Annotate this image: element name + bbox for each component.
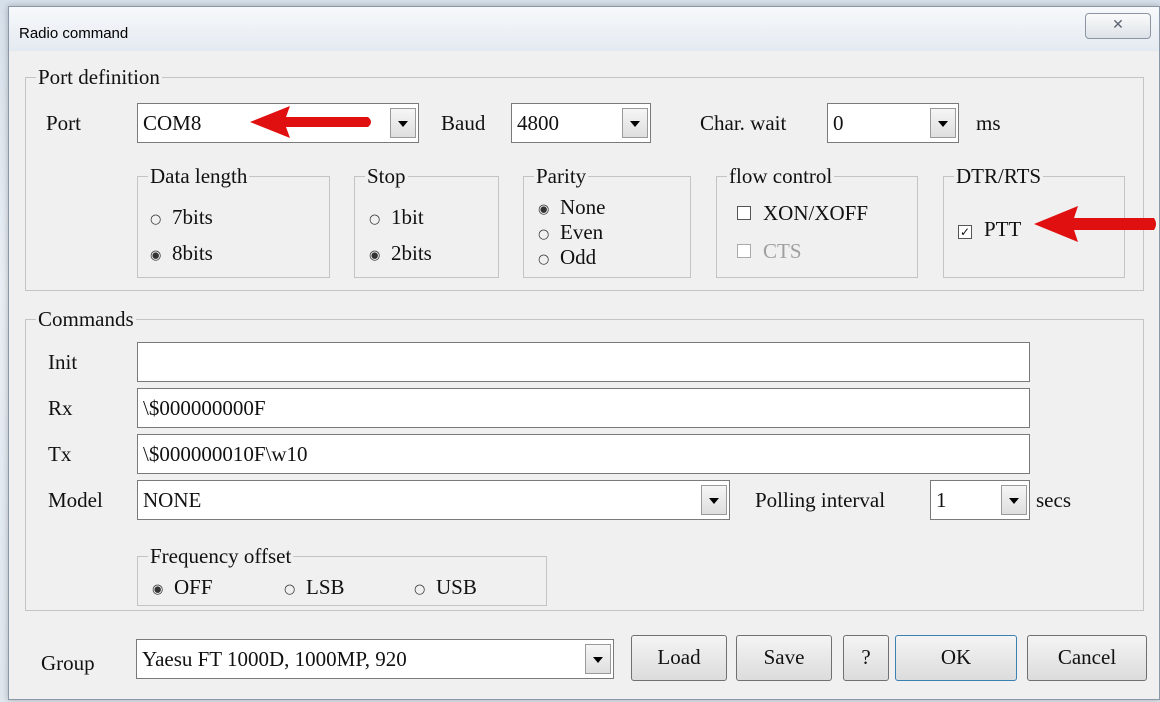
polling-unit: secs: [1036, 488, 1071, 512]
baud-select[interactable]: 4800: [511, 103, 651, 143]
radio-odd-label: Odd: [560, 245, 597, 269]
ptt-checkbox[interactable]: ✓ PTT: [958, 217, 1021, 241]
stop-group: Stop ○ 1bit ◉ 2bits: [354, 164, 499, 278]
chevron-down-icon[interactable]: [585, 644, 611, 674]
radio-on-icon: ◉: [369, 248, 381, 263]
title-bar: Radio command ✕: [9, 7, 1159, 51]
commands-group: Commands Init Rx \$000000000F Tx \$00000…: [25, 307, 1144, 611]
flow-control-legend: flow control: [727, 164, 835, 188]
stop-legend: Stop: [365, 164, 408, 188]
radio-8bits-label: 8bits: [172, 241, 213, 265]
tx-field[interactable]: \$000000010F\w10: [137, 434, 1030, 474]
commands-legend: Commands: [36, 307, 136, 331]
radio-off-icon: ○: [538, 227, 550, 242]
radio-off-icon: ○: [414, 582, 426, 597]
polling-label: Polling interval: [755, 488, 886, 512]
dtr-rts-legend: DTR/RTS: [954, 164, 1044, 188]
radio-off-icon: ○: [150, 212, 162, 227]
flow-control-group: flow control XON/XOFF CTS: [716, 164, 918, 278]
radio-off-icon: ○: [284, 582, 296, 597]
annotation-arrow-ptt: [1034, 206, 1156, 242]
baud-label: Baud: [441, 111, 486, 135]
frequency-offset-group: Frequency offset ◉ OFF ○ LSB ○ USB: [137, 544, 547, 606]
tx-label: Tx: [48, 442, 72, 466]
rx-field[interactable]: \$000000000F: [137, 388, 1030, 428]
char-wait-select[interactable]: 0: [827, 103, 959, 143]
radio-even[interactable]: ○ Even: [538, 220, 603, 247]
checkbox-icon: [737, 206, 751, 220]
char-wait-value: 0: [833, 111, 844, 135]
save-button[interactable]: Save: [736, 635, 832, 681]
group-value: Yaesu FT 1000D, 1000MP, 920: [142, 647, 407, 671]
checkbox-icon: [737, 244, 751, 258]
radio-on-icon: ◉: [538, 202, 550, 217]
radio-7bits[interactable]: ○ 7bits: [150, 205, 213, 232]
cts-checkbox: CTS: [737, 239, 802, 263]
radio-lsb[interactable]: ○ LSB: [284, 575, 345, 602]
chevron-down-icon[interactable]: [390, 108, 416, 138]
radio-8bits[interactable]: ◉ 8bits: [150, 241, 213, 268]
char-wait-unit: ms: [976, 111, 1001, 135]
radio-command-dialog: Radio command ✕ Port definition Port COM…: [8, 6, 1160, 700]
init-label: Init: [48, 350, 78, 374]
cancel-button[interactable]: Cancel: [1027, 635, 1147, 681]
chevron-down-icon[interactable]: [622, 108, 648, 138]
port-value: COM8: [143, 111, 202, 135]
group-label: Group: [41, 651, 95, 675]
model-value: NONE: [143, 488, 202, 512]
window-title: Radio command: [19, 25, 129, 42]
annotation-arrow-port: [250, 106, 371, 138]
radio-odd[interactable]: ○ Odd: [538, 245, 596, 272]
baud-value: 4800: [517, 111, 559, 135]
radio-on-icon: ◉: [150, 248, 162, 263]
data-length-legend: Data length: [148, 164, 250, 188]
radio-7bits-label: 7bits: [172, 205, 213, 229]
polling-value: 1: [936, 488, 947, 512]
char-wait-label: Char. wait: [700, 111, 787, 135]
rx-value: \$000000000F: [143, 396, 266, 420]
radio-off-icon: ○: [369, 212, 381, 227]
polling-select[interactable]: 1: [930, 480, 1030, 520]
radio-on-icon: ◉: [152, 582, 164, 597]
xon-xoff-checkbox[interactable]: XON/XOFF: [737, 201, 868, 225]
port-label: Port: [46, 111, 82, 135]
radio-usb[interactable]: ○ USB: [414, 575, 477, 602]
radio-lsb-label: LSB: [306, 575, 345, 599]
init-field[interactable]: [137, 342, 1030, 382]
radio-even-label: Even: [560, 220, 604, 244]
help-button[interactable]: ?: [843, 635, 889, 681]
radio-none-label: None: [560, 195, 606, 219]
radio-usb-label: USB: [436, 575, 477, 599]
cts-label: CTS: [763, 239, 802, 263]
radio-off[interactable]: ◉ OFF: [152, 575, 213, 602]
ok-button[interactable]: OK: [895, 635, 1017, 681]
close-icon: ✕: [1112, 17, 1124, 33]
load-button[interactable]: Load: [631, 635, 727, 681]
xon-xoff-label: XON/XOFF: [763, 201, 869, 225]
chevron-down-icon[interactable]: [701, 485, 727, 515]
rx-label: Rx: [48, 396, 73, 420]
frequency-offset-legend: Frequency offset: [148, 544, 294, 568]
data-length-group: Data length ○ 7bits ◉ 8bits: [137, 164, 330, 278]
radio-1bit[interactable]: ○ 1bit: [369, 205, 424, 232]
tx-value: \$000000010F\w10: [143, 442, 308, 466]
checkmark-icon: ✓: [958, 225, 972, 239]
chevron-down-icon[interactable]: [930, 108, 956, 138]
radio-off-icon: ○: [538, 252, 550, 267]
port-definition-group: Port definition Port COM8 Baud 4800 Char…: [25, 65, 1144, 291]
radio-none[interactable]: ◉ None: [538, 195, 606, 222]
ptt-label: PTT: [984, 217, 1022, 241]
chevron-down-icon[interactable]: [1001, 485, 1027, 515]
radio-1bit-label: 1bit: [391, 205, 424, 229]
radio-off-label: OFF: [174, 575, 213, 599]
close-button[interactable]: ✕: [1085, 13, 1151, 39]
model-label: Model: [48, 488, 103, 512]
model-select[interactable]: NONE: [137, 480, 730, 520]
radio-2bits-label: 2bits: [391, 241, 432, 265]
group-select[interactable]: Yaesu FT 1000D, 1000MP, 920: [136, 639, 614, 679]
radio-2bits[interactable]: ◉ 2bits: [369, 241, 432, 268]
parity-legend: Parity: [534, 164, 589, 188]
parity-group: Parity ◉ None ○ Even ○ Odd: [523, 164, 691, 278]
port-definition-legend: Port definition: [36, 65, 162, 89]
